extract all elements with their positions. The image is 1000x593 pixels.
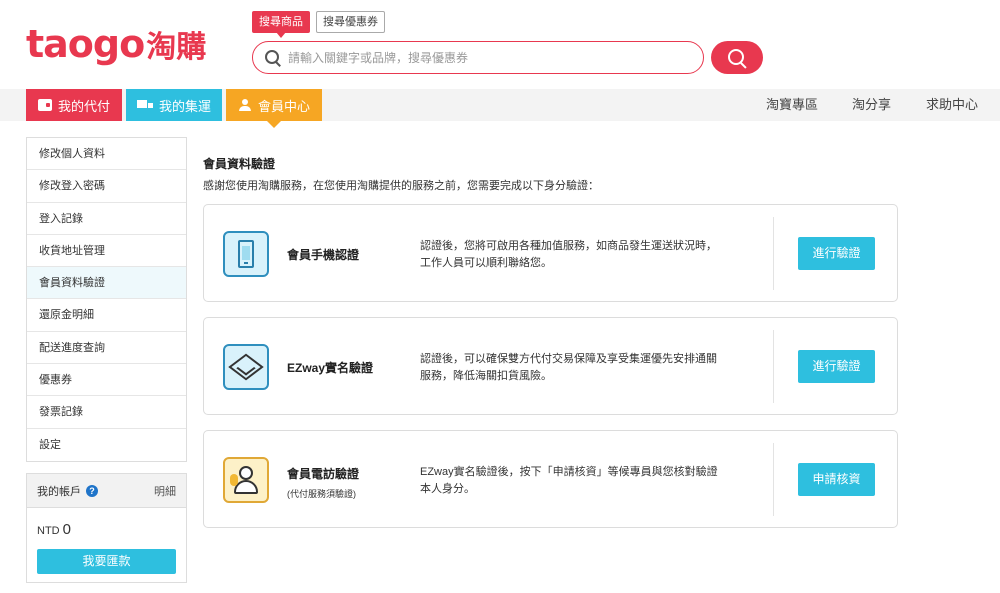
- search-box: [252, 41, 704, 74]
- balance-amount: 0: [62, 521, 71, 538]
- card-description: 認證後，您將可啟用各種加值服務，如商品發生運送狀況時， 工作人員可以順利聯絡您。: [420, 238, 750, 272]
- page-title: 會員資料驗證: [203, 157, 276, 171]
- sidebar-item-settings[interactable]: 設定: [27, 429, 186, 461]
- sidebar-item-member-verification[interactable]: 會員資料驗證: [27, 267, 186, 300]
- sidebar-item-address-management[interactable]: 收貨地址管理: [27, 235, 186, 268]
- tab-my-payment-label: 我的代付: [57, 98, 110, 114]
- main-nav: 我的代付 我的集運 會員中心 淘寶專區 淘分享 求助中心: [0, 89, 1000, 128]
- taogo-logo[interactable]: taogo 淘購: [26, 22, 206, 66]
- tab-member-center-label: 會員中心: [257, 98, 310, 114]
- tab-my-shipping[interactable]: 我的集運: [126, 89, 222, 121]
- person-icon: [238, 99, 252, 111]
- mobile-phone-icon: [223, 231, 269, 277]
- card-description: 認證後，可以確保雙方代付交易保障及享受集運優先安排通關 服務，降低海關扣貨風險。: [420, 351, 750, 385]
- sidebar-item-change-password[interactable]: 修改登入密碼: [27, 170, 186, 203]
- card-title: 會員電訪驗證: [287, 467, 360, 481]
- account-balance: NTD 0: [27, 508, 186, 538]
- help-icon[interactable]: ?: [86, 484, 98, 497]
- logo-text: taogo: [26, 22, 145, 66]
- truck-icon: [136, 99, 153, 111]
- card-title: 會員手機認證: [287, 248, 360, 262]
- nav-link-share[interactable]: 淘分享: [852, 89, 891, 121]
- card-description-line: EZway實名驗證後，按下「申請核資」等候專員與您核對驗證: [420, 466, 718, 478]
- wallet-icon: [37, 99, 52, 111]
- search-input[interactable]: [288, 50, 688, 65]
- sidebar-item-delivery-tracking[interactable]: 配送進度查詢: [27, 332, 186, 365]
- verify-ezway-button[interactable]: 進行驗證: [798, 350, 875, 383]
- sidebar-item-coupons[interactable]: 優惠券: [27, 364, 186, 397]
- account-header: 我的帳戶 ? 明細: [27, 474, 186, 508]
- nav-link-taobao-zone[interactable]: 淘寶專區: [766, 89, 818, 121]
- search-type-tabs: 搜尋商品 搜尋優惠券: [252, 11, 385, 38]
- verification-card-phone-interview: 會員電訪驗證 (代付服務須驗證) EZway實名驗證後，按下「申請核資」等候專員…: [203, 430, 898, 528]
- search-button[interactable]: [711, 41, 763, 74]
- verification-card-ezway: EZway實名驗證 認證後，可以確保雙方代付交易保障及享受集運優先安排通關 服務…: [203, 317, 898, 415]
- balance-currency: NTD: [37, 525, 60, 537]
- account-detail-link[interactable]: 明細: [154, 483, 176, 499]
- card-divider: [773, 330, 774, 403]
- sidebar-item-invoice-records[interactable]: 發票記錄: [27, 396, 186, 429]
- search-icon: [265, 49, 281, 66]
- verification-card-phone: 會員手機認證 認證後，您將可啟用各種加值服務，如商品發生運送狀況時， 工作人員可…: [203, 204, 898, 302]
- package-box-icon: [223, 344, 269, 390]
- logo-cjk-text: 淘購: [146, 31, 207, 64]
- tab-search-products[interactable]: 搜尋商品: [252, 11, 310, 38]
- card-description-line: 本人身分。: [420, 483, 475, 495]
- tab-search-coupons[interactable]: 搜尋優惠券: [316, 11, 385, 33]
- card-title: EZway實名驗證: [287, 361, 374, 375]
- card-divider: [773, 217, 774, 290]
- card-divider: [773, 443, 774, 516]
- tab-my-payment[interactable]: 我的代付: [26, 89, 122, 121]
- account-title: 我的帳戶: [37, 485, 81, 498]
- tab-my-shipping-label: 我的集運: [158, 98, 211, 114]
- phone-call-person-icon: [223, 457, 269, 503]
- card-description-line: 工作人員可以順利聯絡您。: [420, 257, 552, 269]
- card-subtitle: (代付服務須驗證): [287, 489, 356, 499]
- verify-phone-button[interactable]: 進行驗證: [798, 237, 875, 270]
- sidebar-item-login-records[interactable]: 登入記錄: [27, 203, 186, 235]
- magnifier-icon: [728, 48, 746, 67]
- remit-button[interactable]: 我要匯款: [37, 549, 176, 574]
- tab-member-center[interactable]: 會員中心: [226, 89, 322, 128]
- card-description-line: 服務，降低海關扣貨風險。: [420, 370, 552, 382]
- card-description: EZway實名驗證後，按下「申請核資」等候專員與您核對驗證 本人身分。: [420, 464, 750, 498]
- account-panel: 我的帳戶 ? 明細 NTD 0 我要匯款: [26, 473, 187, 583]
- card-description-line: 認證後，您將可啟用各種加值服務，如商品發生運送狀況時，: [420, 240, 717, 252]
- sidebar-item-edit-profile[interactable]: 修改個人資料: [27, 138, 186, 171]
- page-subtitle: 感謝您使用淘購服務，在您使用淘購提供的服務之前，您需要完成以下身分驗證：: [203, 180, 599, 192]
- card-description-line: 認證後，可以確保雙方代付交易保障及享受集運優先安排通關: [420, 353, 717, 365]
- apply-verification-button[interactable]: 申請核資: [798, 463, 875, 496]
- sidebar-item-refund-details[interactable]: 還原金明細: [27, 299, 186, 332]
- member-sidebar: 修改個人資料 修改登入密碼 登入記錄 收貨地址管理 會員資料驗證 還原金明細 配…: [26, 137, 187, 462]
- nav-link-help-center[interactable]: 求助中心: [926, 89, 978, 121]
